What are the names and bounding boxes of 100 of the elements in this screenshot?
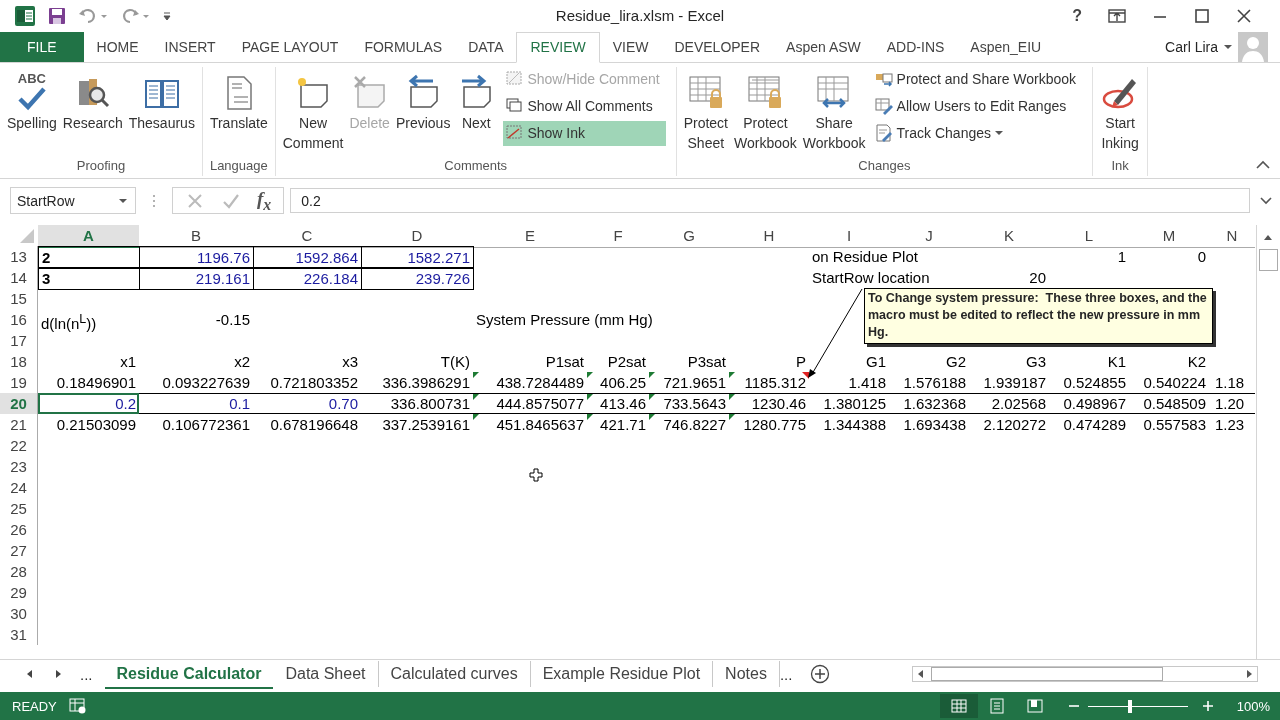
scroll-up-icon[interactable] [1263, 233, 1273, 242]
more-sheets-button[interactable]: ... [779, 665, 793, 683]
sheet-tab[interactable]: Example Residue Plot [530, 661, 714, 688]
zoom-slider-thumb[interactable] [1128, 699, 1132, 713]
more-sheets-button[interactable]: ... [80, 665, 93, 683]
ribbon-tab[interactable]: Aspen_EIU [957, 31, 1055, 62]
row-header[interactable]: 24 [0, 477, 38, 499]
horizontal-scrollbar[interactable] [912, 666, 1258, 683]
table-cell-text: 0 [1196, 247, 1207, 268]
ribbon-button[interactable]: Protect Workbook [731, 66, 800, 153]
ribbon-button[interactable]: Allow Users to Edit Ranges [872, 93, 1083, 119]
row-header[interactable]: 29 [0, 582, 38, 604]
column-header[interactable]: K [969, 225, 1049, 249]
scroll-thumb[interactable] [1258, 249, 1278, 272]
row-header[interactable]: 13 [0, 246, 38, 269]
ribbon-button[interactable]: Next [453, 66, 500, 133]
ribbon-tab[interactable]: INSERT [151, 31, 229, 62]
zoom-level[interactable]: 100% [1228, 698, 1270, 714]
ribbon-tab[interactable]: DEVELOPER [661, 31, 774, 62]
redo-icon[interactable] [120, 6, 150, 25]
formula-field[interactable]: 0.2 [290, 188, 1250, 214]
row-header[interactable]: 14 [0, 267, 38, 290]
ribbon-button[interactable]: Share Workbook [799, 66, 869, 153]
page-break-icon[interactable] [1026, 698, 1044, 715]
scroll-thumb[interactable] [931, 667, 1163, 682]
ribbon-tab[interactable]: REVIEW [516, 31, 600, 63]
ribbon-button[interactable]: ABC Spelling [4, 66, 60, 133]
scroll-left-icon[interactable] [917, 669, 925, 680]
row-header[interactable]: 30 [0, 603, 38, 625]
ribbon-display-icon[interactable] [1108, 7, 1126, 24]
row-header[interactable]: 16 [0, 309, 38, 335]
ribbon-button[interactable]: Start Inking [1097, 66, 1144, 153]
collapse-ribbon-icon[interactable] [1256, 160, 1270, 171]
sheet-tab[interactable]: Notes [713, 661, 780, 688]
row-header[interactable]: 17 [0, 330, 38, 352]
row-header[interactable]: 31 [0, 624, 38, 646]
ribbon-tab[interactable]: HOME [83, 31, 152, 62]
row-header[interactable]: 25 [0, 498, 38, 520]
ribbon-button[interactable]: Research [59, 66, 126, 133]
ribbon-button[interactable]: New Comment [279, 66, 347, 153]
vertical-scrollbar[interactable] [1256, 225, 1279, 660]
zoom-in-icon[interactable] [1202, 700, 1214, 713]
name-box[interactable]: StartRow [10, 187, 136, 215]
ribbon-tab[interactable]: PAGE LAYOUT [228, 31, 352, 62]
customize-caret-icon[interactable] [162, 9, 172, 22]
row-header[interactable]: 28 [0, 561, 38, 583]
ribbon-button[interactable]: Translate [206, 66, 271, 133]
ribbon-button[interactable]: Show Ink [503, 120, 666, 146]
ribbon-button[interactable]: Thesaurus [125, 66, 198, 133]
macro-record-icon[interactable] [68, 698, 87, 715]
scroll-right-icon[interactable] [1245, 669, 1253, 680]
maximize-icon[interactable] [1194, 7, 1210, 24]
save-icon[interactable] [48, 6, 66, 25]
ribbon-button[interactable]: Track Changes [872, 120, 1083, 146]
column-header[interactable]: L [1049, 225, 1129, 249]
row-header[interactable]: 27 [0, 540, 38, 562]
page-layout-icon[interactable] [988, 698, 1006, 715]
help-button[interactable]: ? [1072, 6, 1082, 25]
column-header[interactable]: D [361, 225, 473, 249]
column-header[interactable]: B [139, 225, 253, 249]
ribbon-button[interactable]: Show All Comments [503, 93, 666, 119]
sheet-tab[interactable]: Data Sheet [273, 661, 379, 688]
row-header[interactable]: 15 [0, 288, 38, 310]
expand-caret-icon[interactable] [1260, 196, 1272, 205]
ribbon-tab[interactable]: DATA [455, 31, 517, 62]
undo-icon[interactable] [78, 6, 108, 25]
add-sheet-icon[interactable] [810, 664, 831, 685]
column-header[interactable]: H [729, 225, 809, 249]
ribbon-tab[interactable]: FORMULAS [351, 31, 456, 62]
ribbon-button[interactable]: Protect Sheet [680, 66, 731, 153]
table-cell-text: x3 [341, 352, 359, 373]
ribbon-tab[interactable]: VIEW [599, 31, 662, 62]
column-header[interactable]: G [649, 225, 729, 249]
column-header[interactable]: C [253, 225, 361, 249]
row-header[interactable]: 23 [0, 456, 38, 478]
account-menu[interactable]: Carl Lira [1165, 31, 1238, 62]
row-header[interactable]: 18 [0, 351, 38, 373]
ribbon-tab[interactable]: Aspen ASW [773, 31, 874, 62]
close-icon[interactable] [1236, 7, 1252, 24]
sheet-tab[interactable]: Calculated curves [378, 661, 531, 688]
column-header[interactable]: N [1209, 225, 1255, 249]
ribbon-tab[interactable]: ADD-INS [873, 31, 958, 62]
row-header[interactable]: 26 [0, 519, 38, 541]
insert-function-button[interactable]: f$_{x}$ [257, 187, 272, 214]
row-header[interactable]: 20 [0, 393, 38, 415]
ribbon-button[interactable]: Previous [392, 66, 454, 133]
column-header[interactable]: F [587, 225, 649, 249]
column-header[interactable]: E [473, 225, 587, 249]
file-tab[interactable]: FILE [0, 31, 84, 62]
row-header[interactable]: 21 [0, 414, 38, 436]
normal-view-button[interactable] [940, 694, 978, 719]
row-header[interactable]: 22 [0, 435, 38, 457]
column-header[interactable]: J [889, 225, 969, 249]
ribbon-button[interactable]: Protect and Share Workbook [872, 66, 1083, 92]
column-header[interactable]: I [809, 225, 889, 249]
column-header[interactable]: A [38, 225, 139, 249]
table-cell: 0.70 [253, 393, 361, 415]
table-cell: 2 [38, 246, 140, 270]
column-header[interactable]: M [1129, 225, 1209, 249]
normal-view-icon[interactable] [950, 698, 968, 715]
